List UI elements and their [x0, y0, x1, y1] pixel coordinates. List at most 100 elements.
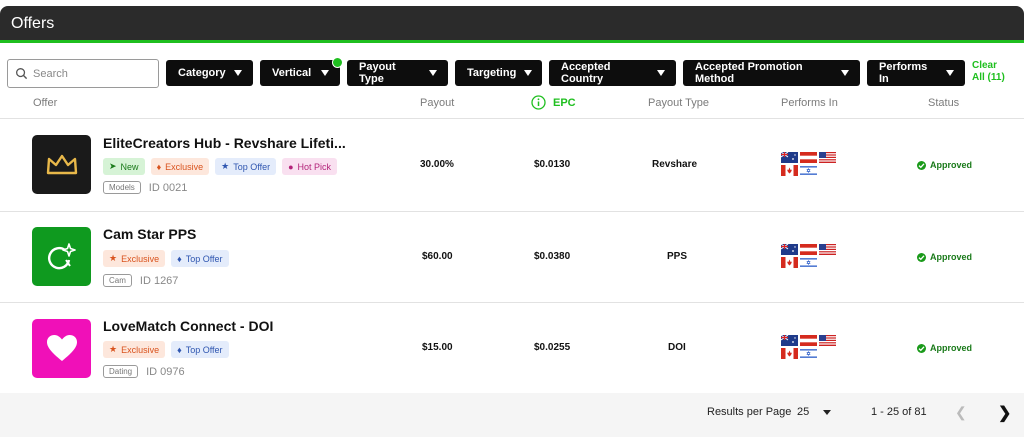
country-flags: [781, 244, 841, 270]
usa-flag-icon: [819, 244, 836, 255]
badge-new: ➤ New: [103, 158, 145, 175]
offer-badges: ★ Exclusive ♦ Top Offer: [103, 341, 229, 358]
star-icon: ★: [221, 161, 230, 171]
badge-top-label: Top Offer: [185, 344, 223, 355]
clear-count-label: All (11): [972, 72, 1005, 83]
column-header-epc[interactable]: EPC: [531, 95, 576, 110]
header-divider: [0, 118, 1024, 119]
prev-page-icon[interactable]: ❮: [955, 404, 967, 421]
filter-performs-in-label: Performs In: [879, 61, 928, 85]
offer-meta: Cam ID 1267: [103, 274, 178, 287]
chevron-down-icon[interactable]: [823, 410, 831, 415]
offer-badges: ★ Exclusive ♦ Top Offer: [103, 250, 229, 267]
check-icon: [917, 252, 926, 262]
column-header-performs-in: Performs In: [781, 97, 838, 109]
filter-targeting[interactable]: Targeting: [455, 60, 542, 86]
canada-flag-icon: [781, 165, 798, 176]
badge-top-label: Top Offer: [233, 161, 271, 172]
filter-accepted-country[interactable]: Accepted Country: [549, 60, 676, 86]
offer-name[interactable]: Cam Star PPS: [103, 226, 196, 242]
badge-exclusive-label: Exclusive: [165, 161, 204, 172]
canada-flag-icon: [781, 257, 798, 268]
badge-hot-pick: ● Hot Pick: [282, 158, 338, 175]
austria-flag-icon: [800, 335, 817, 346]
table-row[interactable]: Cam Star PPS ★ Exclusive ♦ Top Offer Cam I…: [0, 212, 1024, 303]
offer-badges: ➤ New ♦ Exclusive ★ Top Offer ● Hot Pick: [103, 158, 338, 175]
israel-flag-icon: [800, 165, 817, 176]
austria-flag-icon: [800, 152, 817, 163]
status-badge: Approved: [917, 252, 972, 262]
israel-flag-icon: [800, 257, 817, 268]
epc-value: $0.0130: [534, 159, 571, 170]
epc-value: $0.0255: [534, 342, 571, 353]
table-row[interactable]: LoveMatch Connect - DOI ★ Exclusive ♦ Top …: [0, 303, 1024, 394]
filter-accepted-promotion-method[interactable]: Accepted Promotion Method: [683, 60, 860, 86]
filter-category[interactable]: Category: [166, 60, 253, 86]
filter-bar: Category Vertical Payout Type Targeting …: [0, 56, 1024, 90]
badge-exclusive: ★ Exclusive: [103, 250, 166, 267]
badge-top-label: Top Offer: [185, 253, 223, 264]
filter-vertical[interactable]: Vertical: [260, 60, 340, 86]
chevron-down-icon: [429, 70, 437, 76]
search-box[interactable]: [7, 59, 159, 88]
offers-page: Offers Category Vertical Payout Type Tar…: [0, 0, 1024, 437]
badge-top-offer: ♦ Top Offer: [171, 341, 229, 358]
clear-label: Clear: [972, 60, 998, 71]
offer-id: ID 0976: [146, 365, 185, 378]
filter-performs-in[interactable]: Performs In: [867, 60, 965, 86]
results-per-page-select[interactable]: 25: [797, 406, 809, 418]
shield-icon: ♦: [177, 344, 182, 355]
heart-icon: [32, 319, 91, 378]
crown-icon: [32, 135, 91, 194]
offer-id: ID 1267: [139, 274, 179, 287]
filter-accepted-country-label: Accepted Country: [561, 61, 611, 85]
offer-name[interactable]: EliteCreators Hub - Revshare Lifeti...: [103, 135, 346, 151]
epc-value: $0.0380: [534, 251, 571, 262]
category-tag: Dating: [103, 365, 139, 378]
filter-payout-type[interactable]: Payout Type: [347, 60, 448, 86]
chevron-down-icon: [841, 70, 849, 76]
badge-top-offer: ★ Top Offer: [215, 158, 277, 175]
status-badge: Approved: [917, 343, 972, 353]
filter-vertical-label: Vertical: [272, 67, 312, 79]
shield-icon: ♦: [177, 253, 182, 264]
chevron-down-icon: [234, 70, 242, 76]
chevron-down-icon: [946, 70, 954, 76]
column-header-payout-type: Payout Type: [648, 97, 709, 109]
chevron-down-icon: [524, 70, 533, 76]
results-per-page-label: Results per Page: [707, 406, 792, 418]
australia-flag-icon: [781, 244, 798, 255]
payout-type-value: PPS: [667, 251, 688, 262]
filter-targeting-label: Targeting: [467, 67, 517, 79]
flame-icon: ●: [288, 161, 294, 172]
country-flags: [781, 152, 841, 178]
epc-label: EPC: [553, 96, 576, 109]
badge-exclusive: ★ Exclusive: [103, 341, 166, 358]
payout-value: 30.00%: [420, 159, 454, 170]
chevron-down-icon: [321, 70, 329, 76]
payout-type-value: DOI: [668, 342, 686, 353]
table-row[interactable]: EliteCreators Hub - Revshare Lifeti... ➤…: [0, 120, 1024, 211]
camera-sparkle-icon: [32, 227, 91, 286]
next-page-icon[interactable]: ❯: [998, 403, 1011, 423]
israel-flag-icon: [800, 348, 817, 359]
accent-divider: [0, 40, 1024, 43]
pagination-footer: Results per Page 25 1 - 25 of 81 ❮ ❯: [0, 393, 1024, 437]
offer-name[interactable]: LoveMatch Connect - DOI: [103, 318, 273, 334]
title-bar: Offers: [0, 6, 1024, 40]
chevron-down-icon: [657, 70, 665, 76]
pagination-range: 1 - 25 of 81: [871, 406, 927, 418]
canada-flag-icon: [781, 348, 798, 359]
category-tag: Models: [103, 181, 141, 194]
shield-icon: ♦: [156, 161, 162, 172]
check-icon: [917, 343, 926, 353]
category-tag: Cam: [103, 274, 132, 287]
info-icon[interactable]: [531, 95, 546, 110]
usa-flag-icon: [819, 335, 836, 346]
australia-flag-icon: [781, 152, 798, 163]
star-icon: ★: [109, 253, 118, 263]
clear-all-button[interactable]: Clear All (11): [972, 60, 1005, 84]
badge-exclusive-label: Exclusive: [121, 253, 160, 264]
search-input[interactable]: [33, 67, 153, 80]
badge-exclusive: ♦ Exclusive: [150, 158, 210, 175]
